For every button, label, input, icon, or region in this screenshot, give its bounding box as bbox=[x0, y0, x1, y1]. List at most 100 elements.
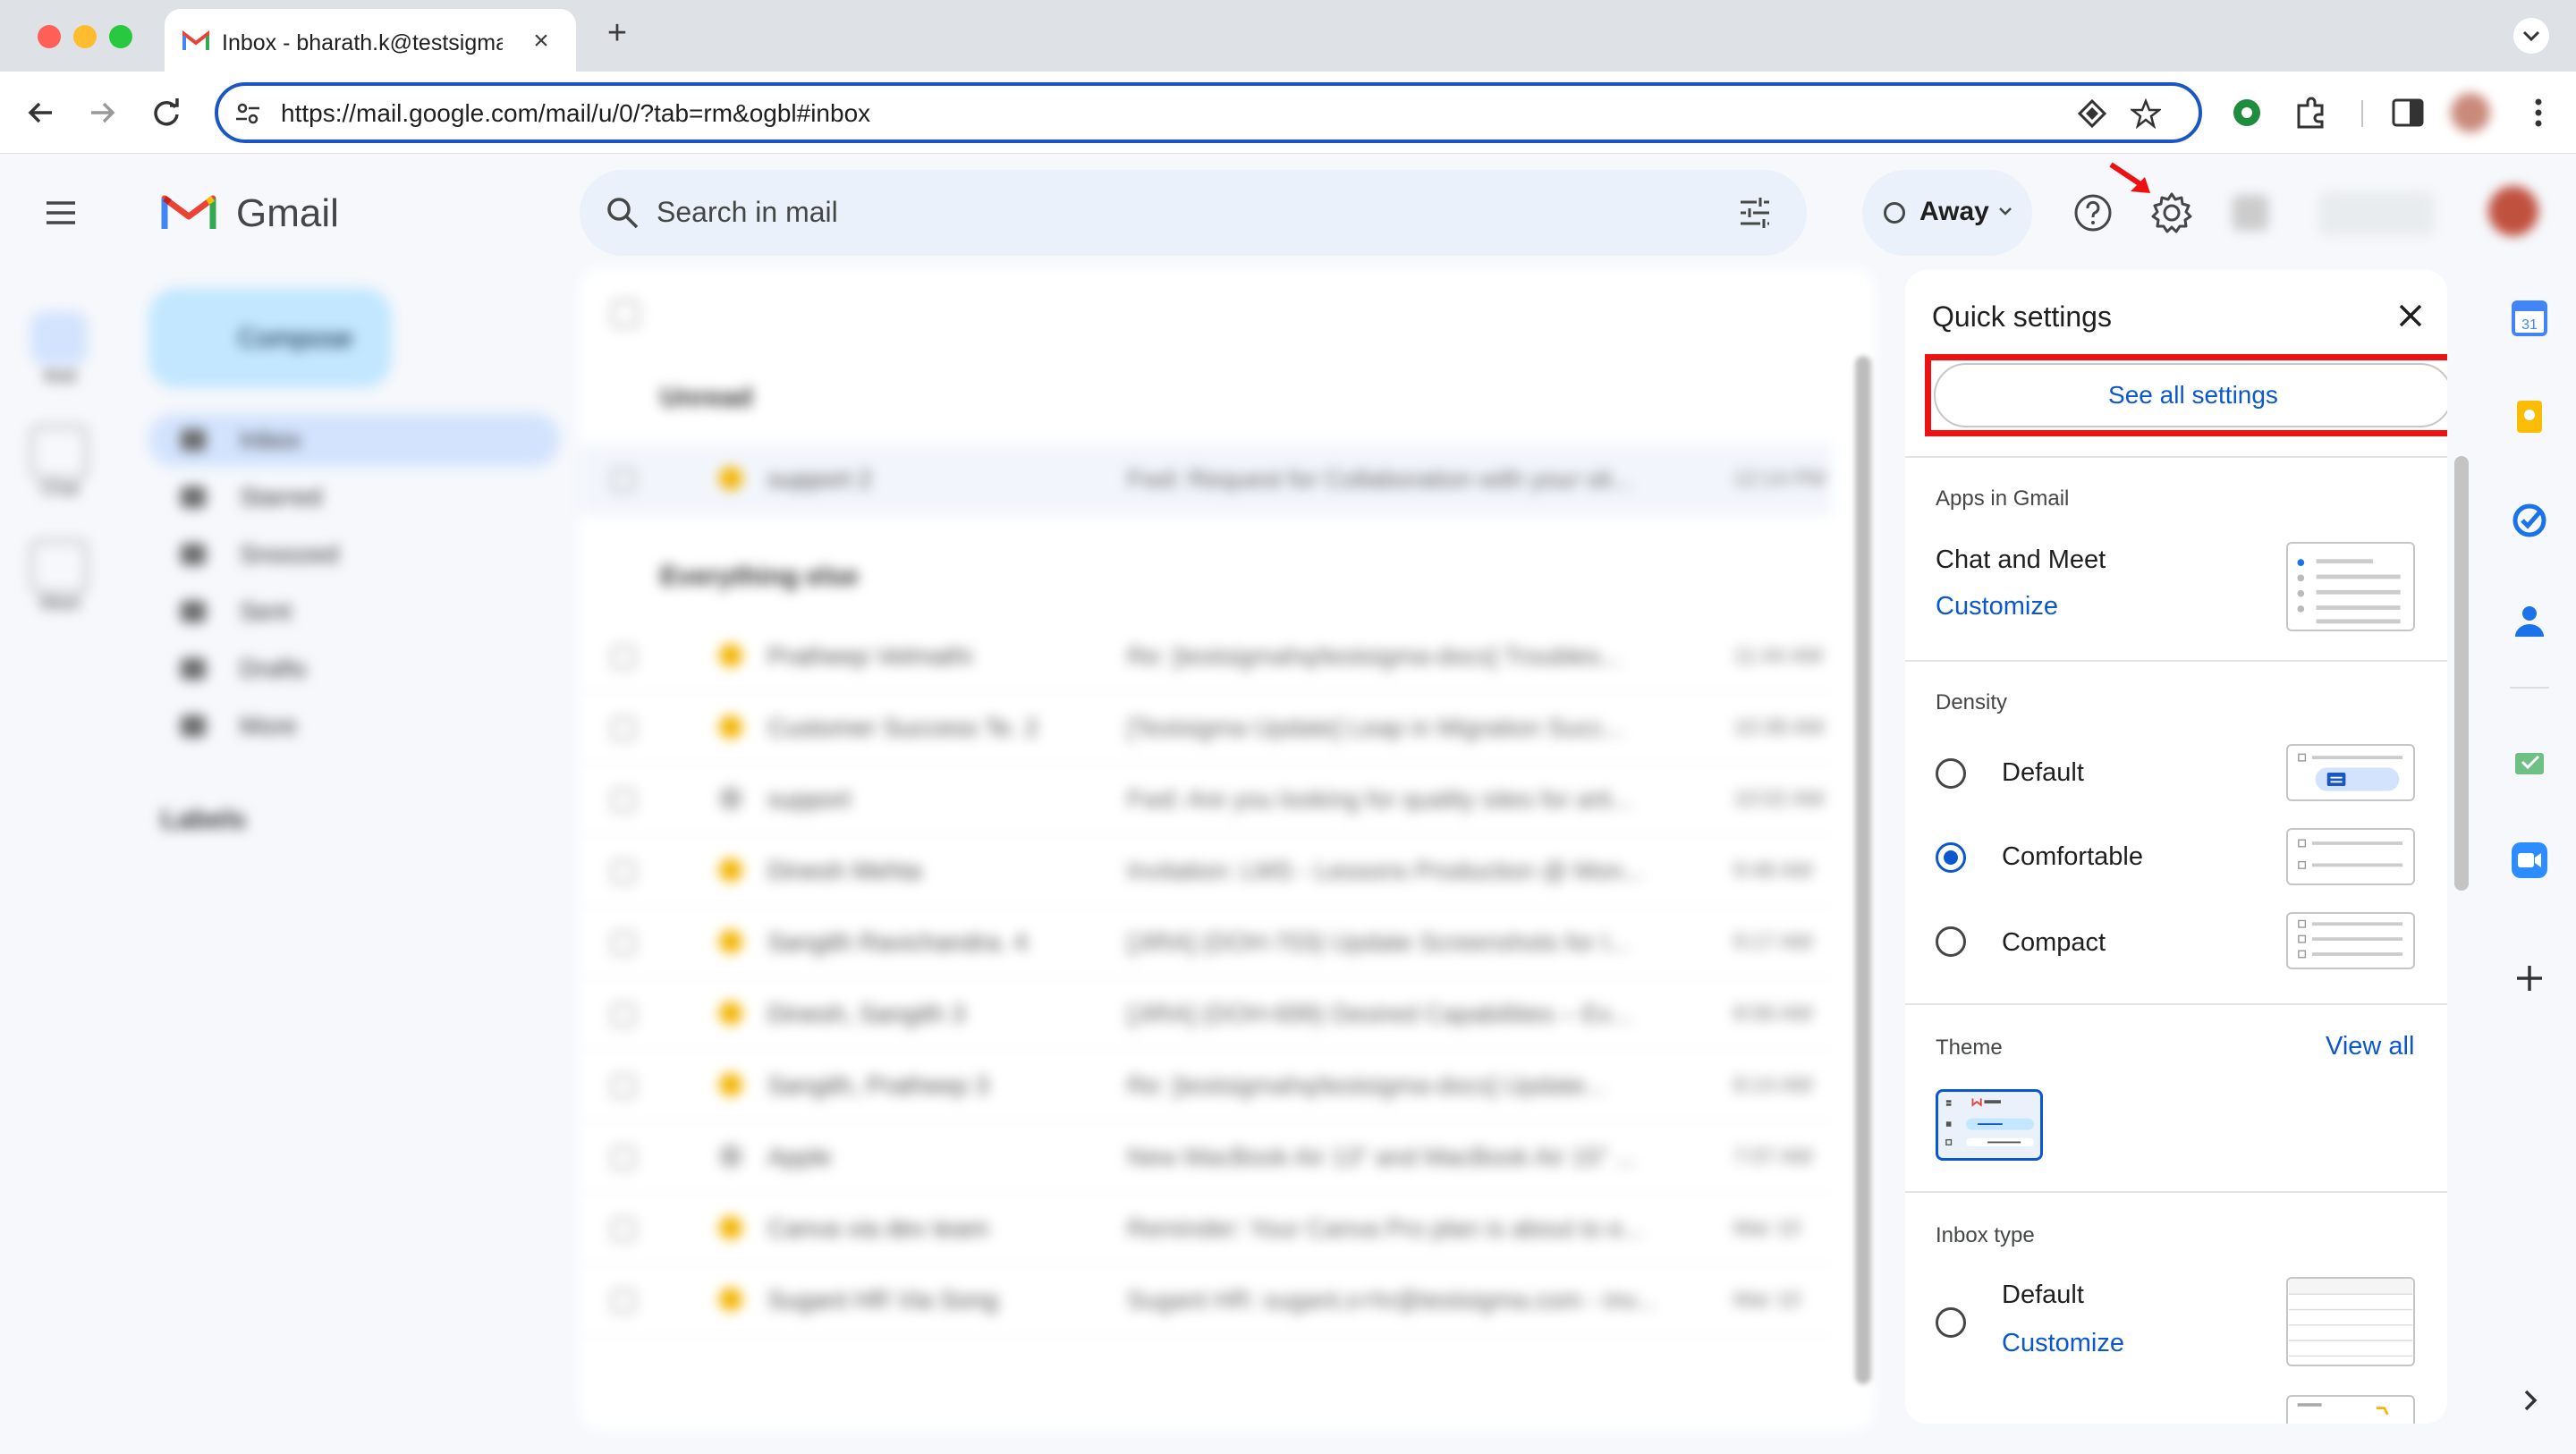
density-default-label[interactable]: Default bbox=[2002, 758, 2084, 788]
row-checkbox[interactable] bbox=[612, 646, 635, 669]
calendar-icon[interactable]: 31 bbox=[2510, 299, 2549, 338]
sidebar-item-drafts[interactable]: Drafts bbox=[148, 642, 560, 696]
settings-gear-icon[interactable] bbox=[2148, 190, 2195, 236]
theme-view-all-link[interactable]: View all bbox=[2326, 1032, 2414, 1061]
star-icon[interactable] bbox=[719, 644, 742, 667]
bookmark-star-icon[interactable] bbox=[2131, 98, 2161, 129]
sidebar-item-sent[interactable]: Sent bbox=[148, 585, 560, 638]
density-compact-label[interactable]: Compact bbox=[2002, 928, 2106, 958]
row-checkbox[interactable] bbox=[612, 717, 635, 740]
quick-settings-title: Quick settings bbox=[1932, 300, 2112, 333]
density-comfortable-label[interactable]: Comfortable bbox=[2002, 842, 2143, 872]
compose-button[interactable]: Compose bbox=[148, 288, 392, 388]
row-checkbox[interactable] bbox=[612, 932, 635, 955]
contacts-icon[interactable] bbox=[2510, 601, 2549, 640]
lens-diamond-icon[interactable] bbox=[2077, 98, 2107, 129]
keep-icon[interactable] bbox=[2510, 397, 2549, 436]
table-row[interactable]: Dinesh Mehta Invitation: LMS - Lessons Pr… bbox=[580, 835, 1832, 907]
forward-arrow-icon[interactable] bbox=[82, 93, 122, 132]
extensions-puzzle-icon[interactable] bbox=[2292, 93, 2331, 132]
kebab-menu-icon[interactable] bbox=[2519, 93, 2558, 132]
rail-mail-icon[interactable] bbox=[30, 311, 88, 365]
url-text[interactable]: https://mail.google.com/mail/u/0/?tab=rm… bbox=[281, 99, 870, 128]
profile-avatar[interactable] bbox=[2451, 93, 2490, 132]
reload-icon[interactable] bbox=[147, 93, 186, 132]
close-icon[interactable] bbox=[2395, 300, 2426, 331]
table-row[interactable]: Pratheep Velmathi Re: [testsigmahq/testsi… bbox=[580, 621, 1832, 692]
theme-default-thumbnail[interactable] bbox=[1936, 1089, 2043, 1161]
rail-chat-icon[interactable] bbox=[30, 426, 88, 479]
back-arrow-icon[interactable] bbox=[21, 93, 61, 132]
star-icon[interactable] bbox=[719, 1216, 742, 1239]
address-bar[interactable]: https://mail.google.com/mail/u/0/?tab=rm… bbox=[215, 82, 2202, 143]
main-menu-icon[interactable] bbox=[41, 193, 80, 232]
search-icon[interactable] bbox=[603, 193, 642, 232]
account-org-badge[interactable] bbox=[2318, 191, 2435, 236]
new-tab-button[interactable]: + bbox=[599, 16, 635, 52]
density-comfortable-radio[interactable] bbox=[1936, 842, 1966, 873]
inbox-type-customize-link[interactable]: Customize bbox=[2002, 1329, 2124, 1358]
table-row[interactable]: Canva via dev team Reminder: Your Canva P… bbox=[580, 1193, 1832, 1264]
star-icon[interactable] bbox=[719, 930, 742, 953]
star-icon[interactable] bbox=[719, 1073, 742, 1096]
row-checkbox[interactable] bbox=[612, 1075, 635, 1098]
tab-search-chevron-icon[interactable] bbox=[2513, 18, 2549, 54]
row-checkbox[interactable] bbox=[612, 1289, 635, 1313]
table-row[interactable]: Apple New MacBook Air 13" and MacBook Air… bbox=[580, 1121, 1832, 1193]
table-row[interactable]: Sangith Ravichandra. 4 [JIRA] (DOH-703) U… bbox=[580, 907, 1832, 978]
search-options-icon[interactable] bbox=[1735, 193, 1775, 232]
table-row[interactable]: Dinesh, Sangith 3 [JIRA] (DOH-699) Desire… bbox=[580, 978, 1832, 1050]
mail-list-scrollbar[interactable] bbox=[1855, 356, 1871, 1384]
apps-customize-link[interactable]: Customize bbox=[1936, 592, 2058, 621]
browser-tab-active[interactable]: Inbox - bharath.k@testsigma × bbox=[165, 9, 576, 72]
table-row[interactable]: Sugant HR Via Song Sugant HR: sugant.s+hr… bbox=[580, 1264, 1832, 1336]
add-app-plus-icon[interactable] bbox=[2510, 959, 2549, 998]
extension-gear-icon[interactable] bbox=[2227, 93, 2267, 132]
addon-app-icon[interactable] bbox=[2510, 740, 2549, 780]
tasks-icon[interactable] bbox=[2510, 501, 2549, 540]
row-checkbox[interactable] bbox=[612, 1146, 635, 1170]
site-info-icon[interactable] bbox=[234, 100, 261, 127]
expand-panel-chevron-icon[interactable] bbox=[2510, 1381, 2549, 1420]
see-all-settings-button[interactable]: See all settings bbox=[1934, 363, 2447, 427]
table-row[interactable]: support Fwd: Are you looking for quality … bbox=[580, 764, 1832, 835]
table-row[interactable]: Sangith, Pratheep 3 Re: [testsigmahq/test… bbox=[580, 1050, 1832, 1121]
star-icon[interactable] bbox=[719, 715, 742, 739]
sidebar-item-more[interactable]: More bbox=[148, 699, 560, 753]
account-avatar[interactable] bbox=[2488, 186, 2538, 236]
row-checkbox[interactable] bbox=[612, 860, 635, 883]
star-icon[interactable] bbox=[719, 787, 742, 810]
select-all-checkbox[interactable] bbox=[612, 300, 639, 327]
inbox-type-default-radio[interactable] bbox=[1936, 1307, 1966, 1338]
window-close-button[interactable] bbox=[38, 25, 61, 48]
sidebar-item-inbox[interactable]: Inbox bbox=[148, 413, 560, 467]
star-icon[interactable] bbox=[719, 1145, 742, 1168]
quick-settings-scrollbar[interactable] bbox=[2454, 456, 2469, 891]
density-default-radio[interactable] bbox=[1936, 758, 1966, 789]
table-row[interactable]: Customer Success Te. 2 [Testsigma Update]… bbox=[580, 692, 1832, 764]
row-checkbox[interactable] bbox=[612, 789, 635, 812]
side-panel-icon[interactable] bbox=[2388, 93, 2428, 132]
zoom-app-icon[interactable] bbox=[2510, 841, 2549, 880]
star-icon[interactable] bbox=[719, 467, 742, 490]
sidebar-item-starred[interactable]: Starred bbox=[148, 470, 560, 524]
star-icon[interactable] bbox=[719, 858, 742, 882]
apps-grid-icon[interactable] bbox=[2233, 195, 2268, 231]
table-row[interactable]: support 2 Fwd: Request for Collaboration … bbox=[580, 444, 1832, 515]
sidebar-item-snoozed[interactable]: Snoozed bbox=[148, 528, 560, 581]
rail-meet-icon[interactable] bbox=[30, 540, 88, 594]
gmail-logo-icon[interactable] bbox=[161, 190, 216, 232]
row-checkbox[interactable] bbox=[612, 469, 635, 492]
availability-status-button[interactable]: Away bbox=[1862, 170, 2032, 256]
tab-close-icon[interactable]: × bbox=[528, 28, 555, 55]
window-zoom-button[interactable] bbox=[109, 25, 132, 48]
mail-search-bar[interactable] bbox=[580, 170, 1807, 256]
star-icon[interactable] bbox=[719, 1002, 742, 1025]
window-minimize-button[interactable] bbox=[73, 25, 97, 48]
row-checkbox[interactable] bbox=[612, 1218, 635, 1241]
star-icon[interactable] bbox=[719, 1288, 742, 1311]
inbox-type-default-label[interactable]: Default bbox=[2002, 1281, 2084, 1310]
search-input[interactable] bbox=[657, 190, 1640, 234]
density-compact-radio[interactable] bbox=[1936, 926, 1966, 957]
row-checkbox[interactable] bbox=[612, 1003, 635, 1027]
